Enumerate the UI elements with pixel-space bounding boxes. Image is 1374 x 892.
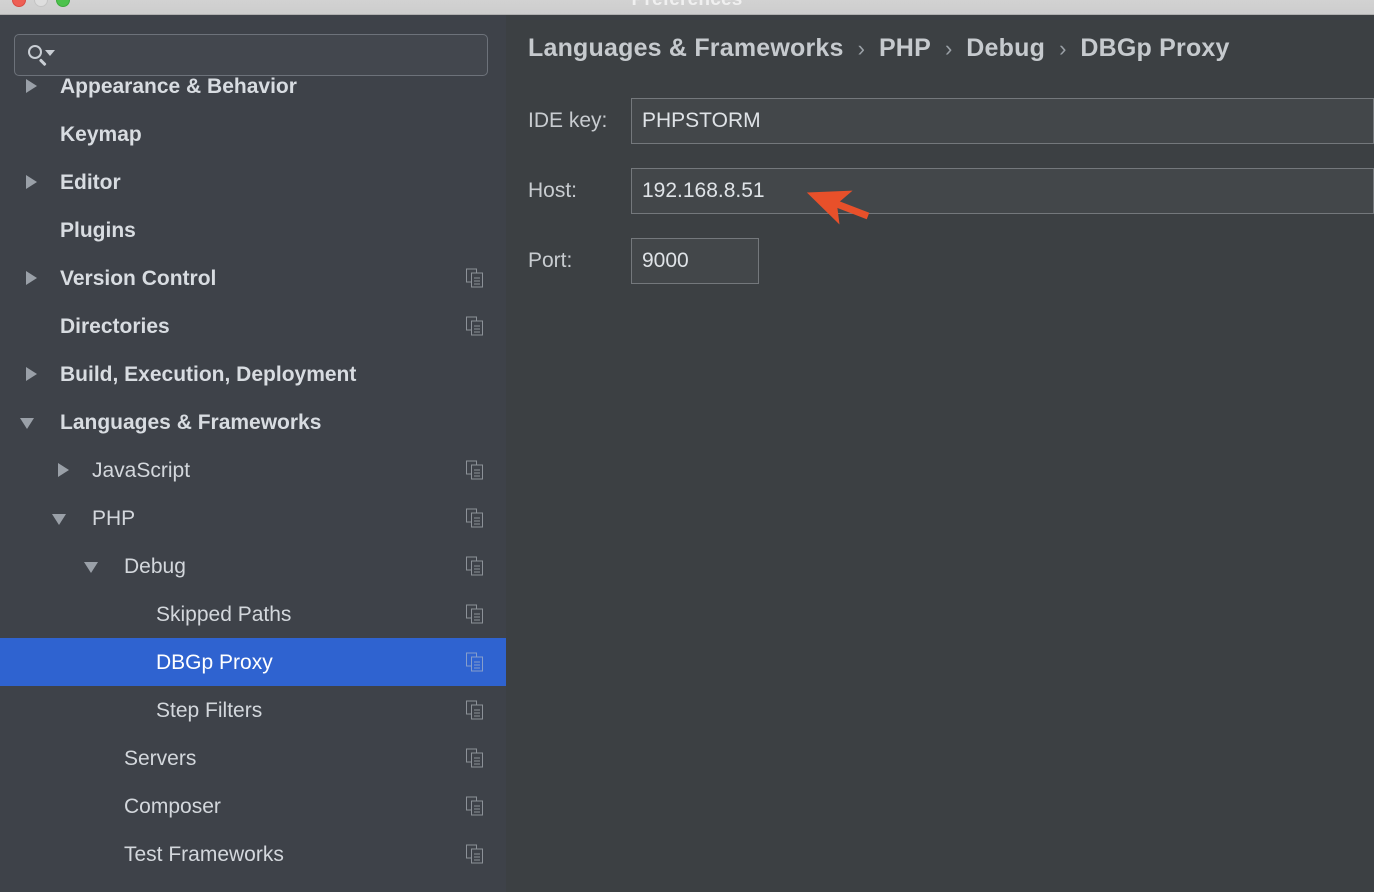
dbgp-proxy-form: IDE key: Host: Port: [506, 86, 1374, 296]
copy-settings-icon[interactable] [466, 317, 484, 336]
window-title: Preferences [0, 0, 1374, 11]
copy-settings-icon[interactable] [466, 269, 484, 288]
sidebar-item-php[interactable]: PHP [0, 494, 506, 542]
ide-key-input[interactable] [631, 98, 1374, 144]
sidebar-item-version-control[interactable]: Version Control [0, 254, 506, 302]
sidebar-item-label: DBGp Proxy [156, 652, 273, 673]
sidebar-item-label: Keymap [60, 124, 142, 145]
sidebar-item-label: Test Frameworks [124, 844, 284, 865]
sidebar-item-composer[interactable]: Composer [0, 782, 506, 830]
breadcrumb-segment: DBGp Proxy [1080, 34, 1229, 63]
sidebar-item-step-filters[interactable]: Step Filters [0, 686, 506, 734]
sidebar-item-keymap[interactable]: Keymap [0, 110, 506, 158]
copy-settings-icon[interactable] [466, 653, 484, 672]
breadcrumb-separator: › [945, 36, 952, 62]
sidebar-item-label: Plugins [60, 220, 136, 241]
sidebar-item-appearance-behavior[interactable]: Appearance & Behavior [0, 62, 506, 110]
breadcrumb-segment: Debug [966, 34, 1045, 63]
sidebar-item-skipped-paths[interactable]: Skipped Paths [0, 590, 506, 638]
field-row-host: Host: [506, 156, 1374, 226]
chevron-down-icon [45, 50, 55, 56]
copy-settings-icon[interactable] [466, 797, 484, 816]
sidebar-item-javascript[interactable]: JavaScript [0, 446, 506, 494]
sidebar-item-languages-frameworks[interactable]: Languages & Frameworks [0, 398, 506, 446]
sidebar-item-debug[interactable]: Debug [0, 542, 506, 590]
sidebar-item-label: Languages & Frameworks [60, 412, 321, 433]
breadcrumb: Languages & Frameworks › PHP › Debug › DBGp Pr… [528, 34, 1230, 63]
host-input[interactable] [631, 168, 1374, 214]
sidebar-item-test-frameworks[interactable]: Test Frameworks [0, 830, 506, 878]
sidebar-item-editor[interactable]: Editor [0, 158, 506, 206]
breadcrumb-separator: › [1059, 36, 1066, 62]
sidebar-item-label: Appearance & Behavior [60, 76, 297, 97]
port-input[interactable] [631, 238, 759, 284]
settings-tree: Appearance & BehaviorKeymapEditorPlugins… [0, 86, 506, 892]
sidebar-item-plugins[interactable]: Plugins [0, 206, 506, 254]
sidebar-item-dbgp-proxy[interactable]: DBGp Proxy [0, 638, 506, 686]
port-label: Port: [506, 249, 631, 273]
sidebar-item-servers[interactable]: Servers [0, 734, 506, 782]
copy-settings-icon[interactable] [466, 701, 484, 720]
sidebar-item-label: Version Control [60, 268, 216, 289]
sidebar-item-label: Skipped Paths [156, 604, 291, 625]
sidebar-item-directories[interactable]: Directories [0, 302, 506, 350]
sidebar-item-build-execution-deployment[interactable]: Build, Execution, Deployment [0, 350, 506, 398]
settings-sidebar: Appearance & Behavior Keymap Editor Plugins… [0, 14, 506, 892]
sidebar-item-label: Debug [124, 556, 186, 577]
preferences-window: Preferences Appearance & Behavior Keymap E… [0, 0, 1374, 892]
sidebar-item-label: Editor [60, 172, 121, 193]
sidebar-item-label: Build, Execution, Deployment [60, 364, 356, 385]
ide-key-label: IDE key: [506, 109, 631, 133]
host-label: Host: [506, 179, 631, 203]
breadcrumb-separator: › [858, 36, 865, 62]
sidebar-item-label: Directories [60, 316, 170, 337]
field-row-port: Port: [506, 226, 1374, 296]
breadcrumb-segment: PHP [879, 34, 931, 63]
field-row-ide-key: IDE key: [506, 86, 1374, 156]
copy-settings-icon[interactable] [466, 557, 484, 576]
sidebar-item-label: Step Filters [156, 700, 262, 721]
copy-settings-icon[interactable] [466, 749, 484, 768]
sidebar-item-label: Composer [124, 796, 221, 817]
sidebar-item-label: Servers [124, 748, 196, 769]
copy-settings-icon[interactable] [466, 605, 484, 624]
settings-detail-panel: Languages & Frameworks › PHP › Debug › DBGp Pr… [506, 14, 1374, 892]
breadcrumb-segment: Languages & Frameworks [528, 34, 844, 63]
copy-settings-icon[interactable] [466, 845, 484, 864]
copy-settings-icon[interactable] [466, 461, 484, 480]
window-titlebar: Preferences [0, 0, 1374, 15]
sidebar-item-label: JavaScript [92, 460, 190, 481]
sidebar-item-label: PHP [92, 508, 135, 529]
copy-settings-icon[interactable] [466, 509, 484, 528]
